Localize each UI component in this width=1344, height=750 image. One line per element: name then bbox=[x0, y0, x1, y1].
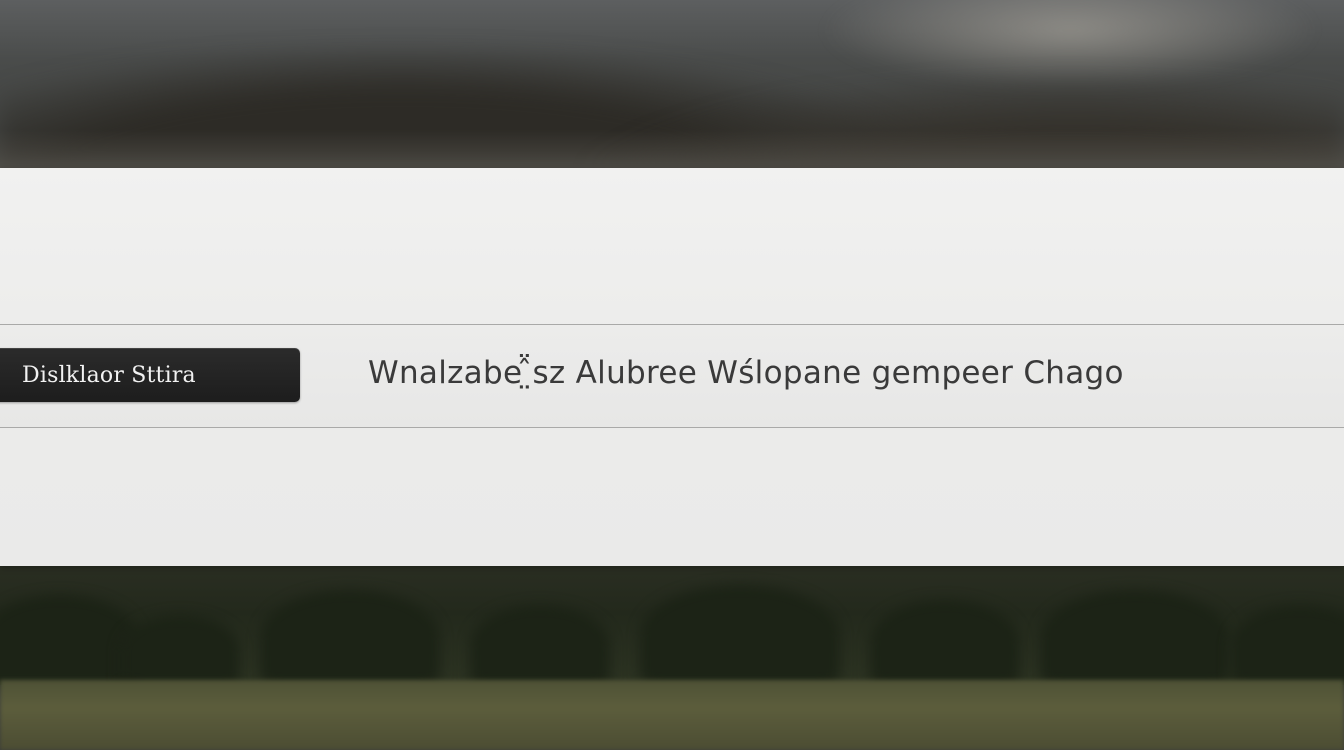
panel-footer-area bbox=[0, 428, 1344, 566]
background-haze bbox=[0, 130, 1344, 170]
primary-button[interactable]: Dislklaor Sttira bbox=[0, 348, 300, 402]
background-tree bbox=[260, 590, 440, 685]
primary-button-label: Dislklaor Sttira bbox=[22, 362, 196, 388]
background-tree bbox=[1040, 590, 1230, 685]
background-forest bbox=[0, 565, 1344, 685]
background-tree bbox=[120, 615, 240, 685]
background-tree bbox=[870, 600, 1020, 685]
background-field bbox=[0, 680, 1344, 750]
panel-header-area bbox=[0, 168, 1344, 324]
background-tree bbox=[640, 585, 840, 685]
main-panel: Dislklaor Sttira Wnalzabe ̤̂̈sz Alubree … bbox=[0, 168, 1344, 566]
background-tree bbox=[470, 605, 610, 685]
screen: Dislklaor Sttira Wnalzabe ̤̂̈sz Alubree … bbox=[0, 0, 1344, 750]
toolbar-strip: Dislklaor Sttira Wnalzabe ̤̂̈sz Alubree … bbox=[0, 324, 1344, 428]
background-tree bbox=[1230, 605, 1344, 685]
status-message: Wnalzabe ̤̂̈sz Alubree Wślopane gempeer … bbox=[368, 355, 1124, 391]
background-tree bbox=[0, 595, 140, 685]
